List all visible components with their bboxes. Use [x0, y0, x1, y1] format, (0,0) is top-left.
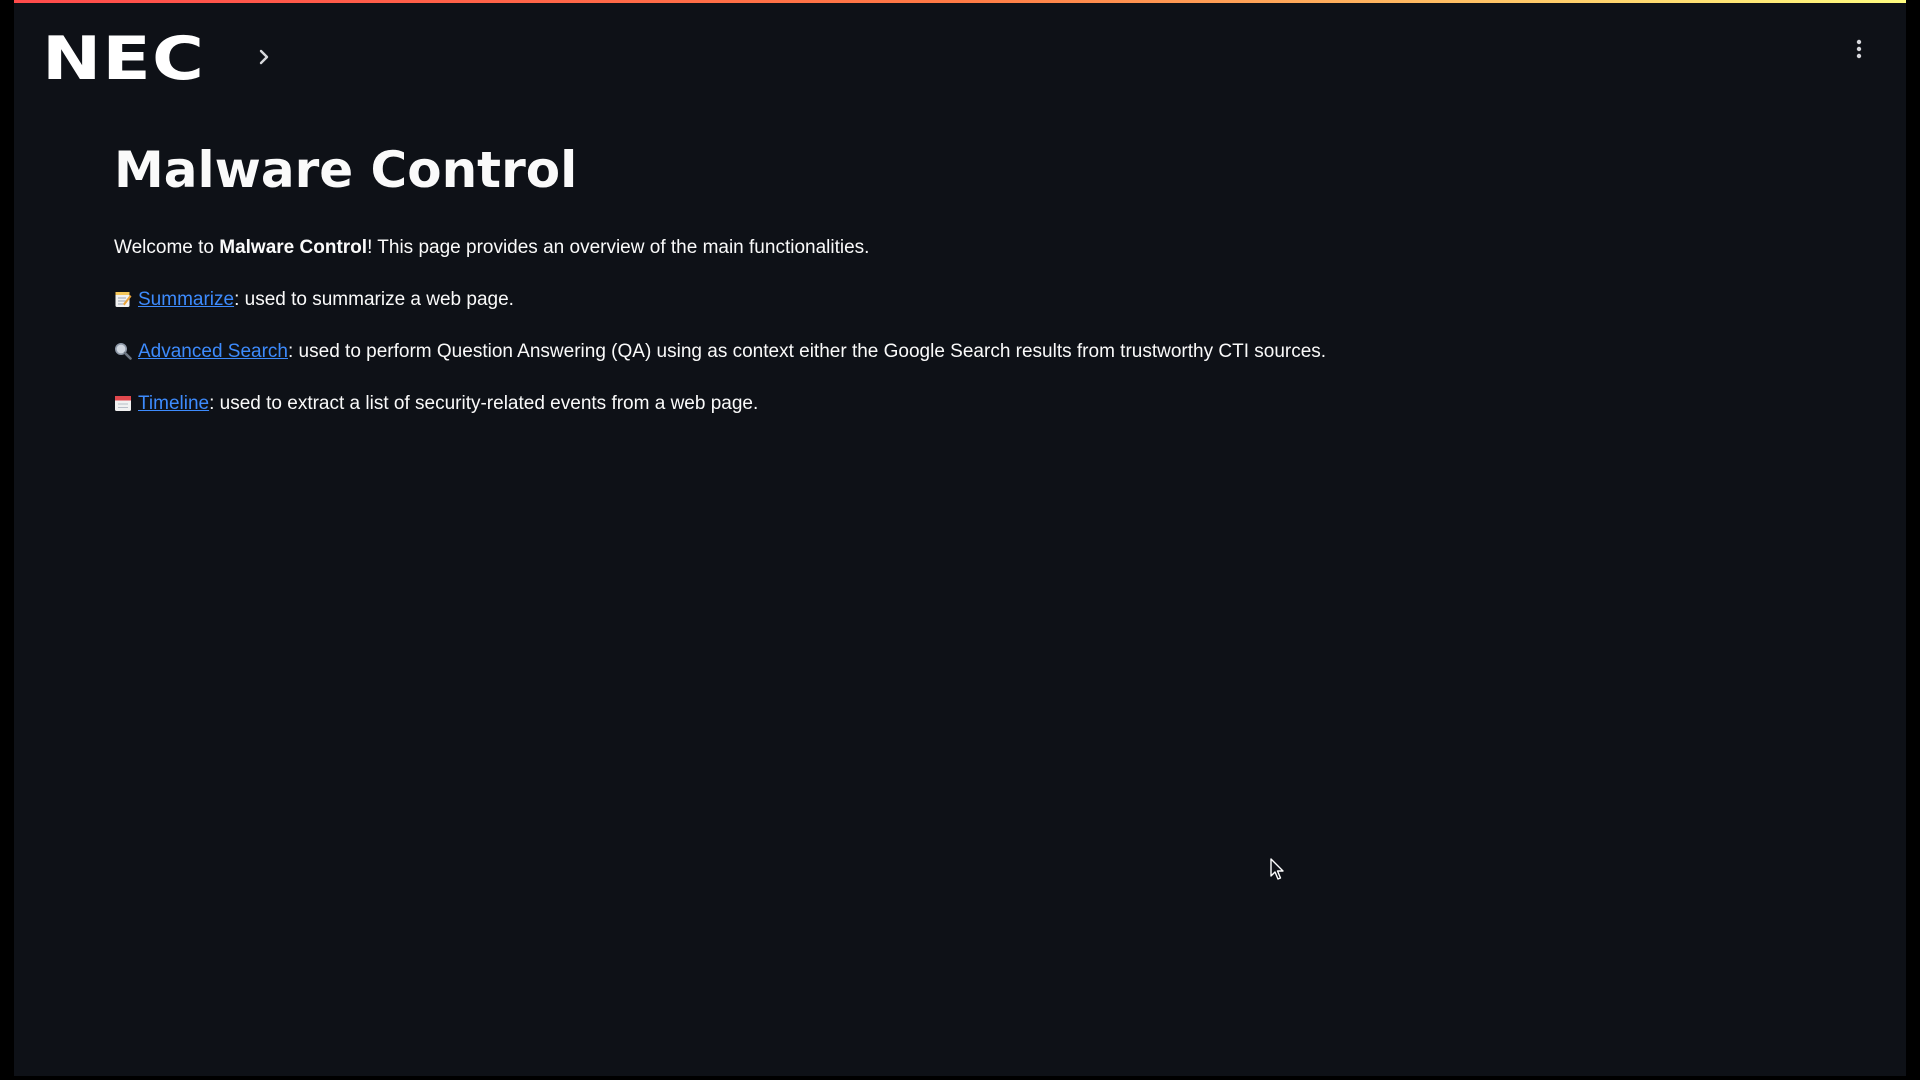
- page-title: Malware Control: [114, 141, 578, 199]
- feature-summarize: Summarize: used to summarize a web page.: [114, 286, 1614, 314]
- summarize-link[interactable]: Summarize: [138, 289, 234, 310]
- feature-timeline: Timeline: used to extract a list of secu…: [114, 390, 1614, 418]
- timeline-link[interactable]: Timeline: [138, 393, 209, 414]
- advanced-search-link[interactable]: Advanced Search: [138, 341, 288, 362]
- header: NEC: [14, 3, 1906, 103]
- calendar-icon: [115, 396, 131, 411]
- memo-icon: [115, 292, 132, 307]
- mouse-pointer-icon: [1270, 858, 1284, 880]
- advanced-search-description: : used to perform Question Answering (QA…: [288, 341, 1327, 362]
- nec-logo: NEC: [42, 24, 206, 94]
- app-window: NEC Malware Control Welcome to Malware C…: [14, 0, 1906, 1076]
- vertical-ellipsis-icon: [1856, 39, 1862, 59]
- screen-frame: NEC Malware Control Welcome to Malware C…: [0, 0, 1920, 1080]
- chevron-right-icon: [259, 49, 269, 65]
- main-content: Malware Control Welcome to Malware Contr…: [114, 140, 1614, 442]
- intro-app-name: Malware Control: [219, 237, 368, 258]
- intro-prefix: Welcome to: [114, 237, 220, 258]
- main-menu-button[interactable]: [1844, 31, 1874, 67]
- sidebar-expand-button[interactable]: [246, 39, 282, 75]
- intro-paragraph: Welcome to Malware Control! This page pr…: [114, 234, 1614, 262]
- timeline-description: : used to extract a list of security-rel…: [209, 393, 759, 414]
- magnifying-glass-icon: [115, 343, 132, 360]
- intro-suffix: ! This page provides an overview of the …: [367, 237, 870, 258]
- feature-advanced-search: Advanced Search: used to perform Questio…: [114, 338, 1614, 366]
- summarize-description: : used to summarize a web page.: [234, 289, 514, 310]
